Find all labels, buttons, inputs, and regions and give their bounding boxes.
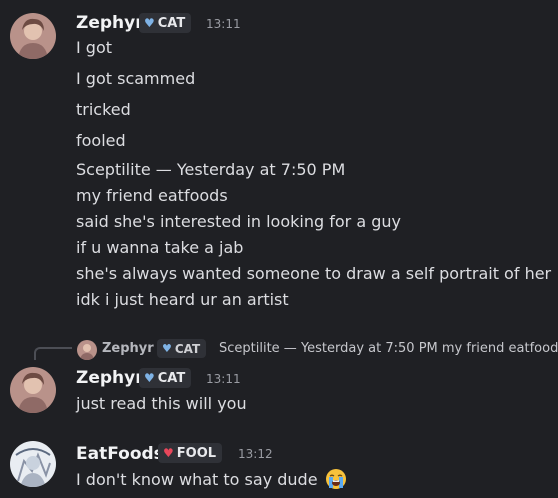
role-tag-label: CAT (157, 15, 186, 31)
role-tag[interactable]: ♥ CAT (139, 13, 192, 33)
role-tag[interactable]: ♥ FOOL (158, 443, 223, 463)
message-text: just read this will you (76, 394, 247, 413)
role-tag-label: CAT (157, 370, 186, 386)
loudly-crying-face-icon[interactable] (325, 468, 347, 490)
heart-icon: ♥ (162, 342, 172, 355)
message-text: fooled (76, 131, 126, 150)
message-text: she's always wanted someone to draw a se… (76, 264, 552, 283)
reply-role-tag-label: CAT (174, 341, 201, 356)
timestamp: 13:11 (206, 17, 241, 31)
message-text: Sceptilite — Yesterday at 7:50 PM (76, 160, 346, 179)
user-avatar-image (10, 441, 56, 487)
heart-icon: ♥ (163, 446, 174, 460)
role-tag-label: FOOL (176, 445, 217, 461)
role-tag[interactable]: ♥ CAT (139, 368, 192, 388)
message-text: my friend eatfoods (76, 186, 228, 205)
author-name[interactable]: Zephyr (76, 368, 144, 388)
heart-icon: ♥ (144, 371, 155, 385)
message-text: tricked (76, 100, 131, 119)
message-line: I don't know what to say dude (76, 468, 347, 491)
heart-icon: ♥ (144, 16, 155, 30)
message-text: I got scammed (76, 69, 196, 88)
reply-author-name[interactable]: Zephyr (102, 340, 154, 358)
timestamp: 13:12 (238, 447, 273, 461)
message-text: I don't know what to say dude (76, 470, 318, 489)
user-avatar-image (77, 340, 97, 360)
reply-connector (34, 347, 72, 360)
author-name[interactable]: Zephyr (76, 13, 144, 33)
user-avatar-image (10, 13, 56, 59)
timestamp: 13:11 (206, 372, 241, 386)
avatar[interactable] (10, 367, 56, 413)
avatar[interactable] (10, 13, 56, 59)
reply-preview[interactable]: Zephyr ♥ CAT Sceptilite — Yesterday at 7… (0, 338, 558, 360)
reply-role-tag: ♥ CAT (157, 339, 207, 358)
user-avatar-image (10, 367, 56, 413)
message-text: said she's interested in looking for a g… (76, 212, 401, 231)
reply-preview-text[interactable]: Sceptilite — Yesterday at 7:50 PM my fri… (219, 340, 558, 358)
message-text: if u wanna take a jab (76, 238, 244, 257)
reply-avatar[interactable] (77, 340, 97, 360)
message-text: idk i just heard ur an artist (76, 290, 289, 309)
author-name[interactable]: EatFoods (76, 444, 164, 464)
message-text: I got (76, 38, 113, 57)
avatar[interactable] (10, 441, 56, 487)
